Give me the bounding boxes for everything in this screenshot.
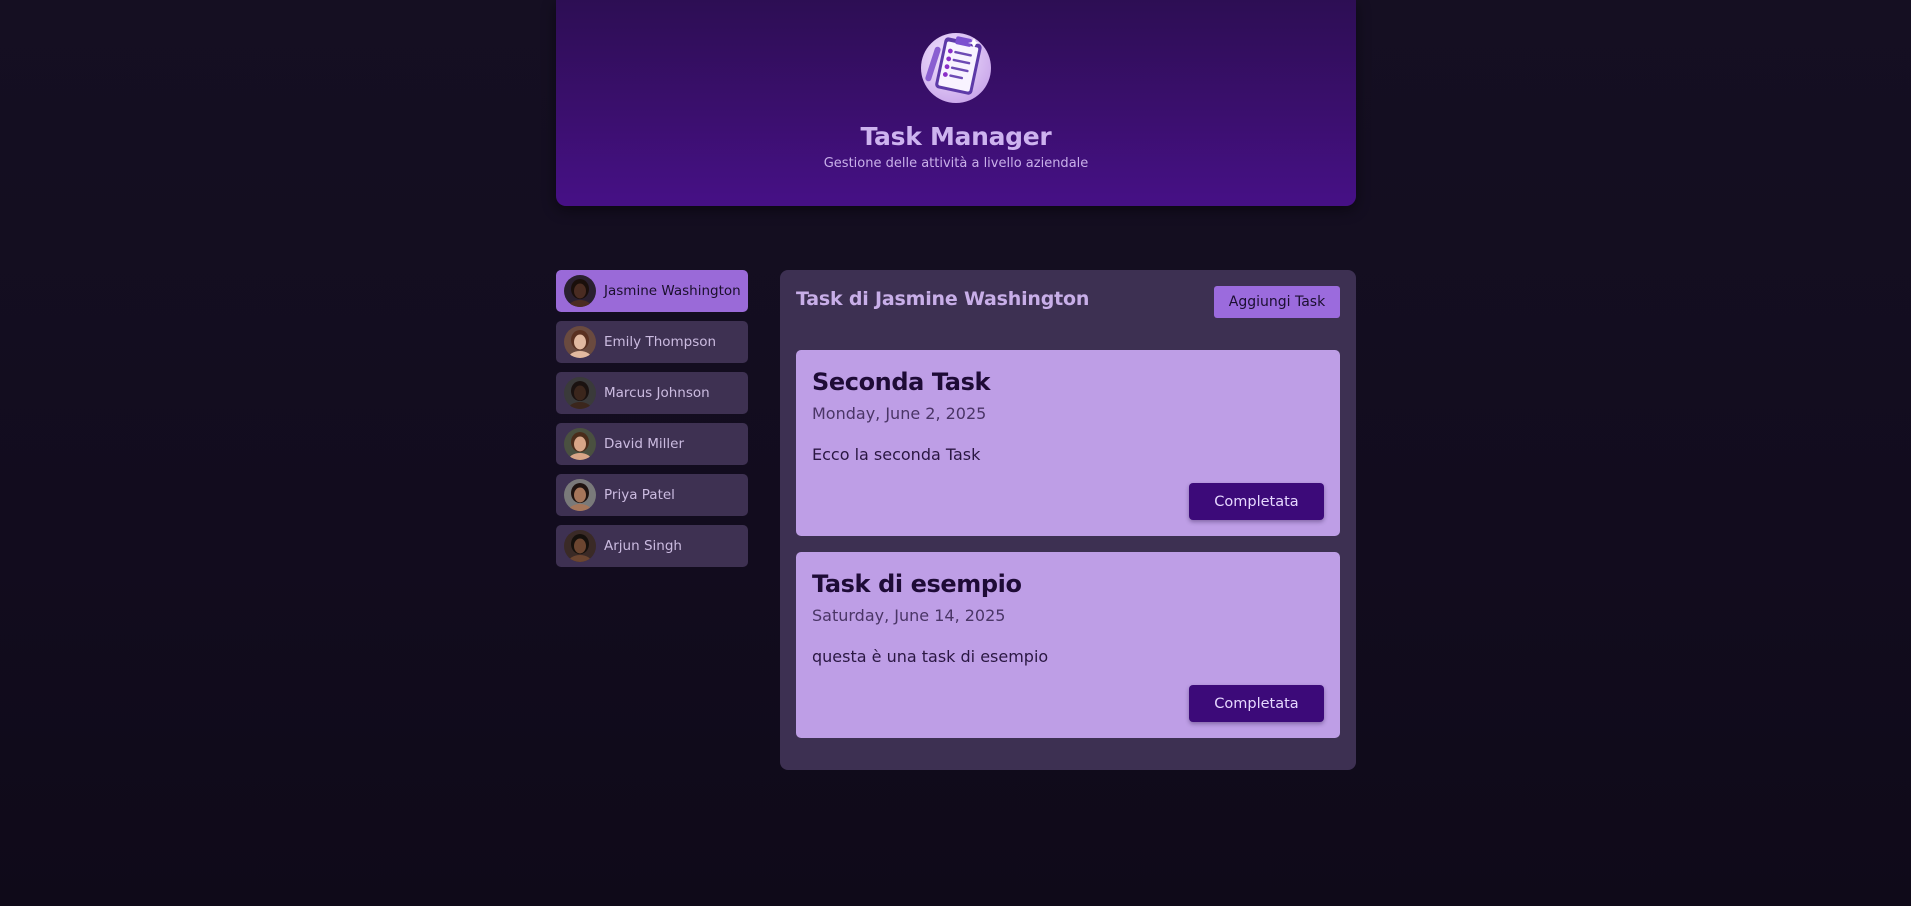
user-name: Priya Patel — [604, 487, 675, 503]
avatar — [564, 326, 596, 358]
task-title: Task di esempio — [812, 570, 1022, 598]
user-item[interactable]: Emily Thompson — [556, 321, 748, 363]
task-date: Monday, June 2, 2025 — [812, 404, 987, 423]
task-description: questa è una task di esempio — [812, 647, 1049, 666]
app-title: Task Manager — [860, 122, 1052, 151]
avatar — [564, 275, 596, 307]
avatar — [564, 479, 596, 511]
task-title: Seconda Task — [812, 368, 991, 396]
user-name: Marcus Johnson — [604, 385, 710, 401]
complete-button[interactable]: Completata — [1189, 685, 1324, 722]
user-item[interactable]: Arjun Singh — [556, 525, 748, 567]
complete-button[interactable]: Completata — [1189, 483, 1324, 520]
app-header: Task Manager Gestione delle attività a l… — [556, 0, 1356, 206]
user-name: Arjun Singh — [604, 538, 682, 554]
user-item[interactable]: Priya Patel — [556, 474, 748, 516]
task-card: Seconda Task Monday, June 2, 2025 Ecco la … — [796, 350, 1340, 536]
clipboard-checklist-icon — [920, 30, 992, 104]
task-card: Task di esempio Saturday, June 14, 2025 qu… — [796, 552, 1340, 738]
panel-title: Task di Jasmine Washington — [796, 288, 1090, 310]
add-task-button[interactable]: Aggiungi Task — [1214, 286, 1340, 318]
avatar — [564, 530, 596, 562]
avatar — [564, 428, 596, 460]
avatar — [564, 377, 596, 409]
user-name: Jasmine Washington — [604, 283, 741, 299]
user-item[interactable]: David Miller — [556, 423, 748, 465]
app-subtitle: Gestione delle attività a livello aziend… — [823, 156, 1089, 171]
user-name: Emily Thompson — [604, 334, 717, 350]
user-item[interactable]: Jasmine Washington — [556, 270, 748, 312]
task-panel: Task di Jasmine Washington Aggiungi Task… — [780, 270, 1356, 770]
user-item[interactable]: Marcus Johnson — [556, 372, 748, 414]
user-list: Jasmine Washington Emily Thompson Marcus J… — [556, 270, 748, 576]
user-name: David Miller — [604, 436, 685, 452]
task-date: Saturday, June 14, 2025 — [812, 606, 1006, 625]
task-description: Ecco la seconda Task — [812, 445, 981, 464]
